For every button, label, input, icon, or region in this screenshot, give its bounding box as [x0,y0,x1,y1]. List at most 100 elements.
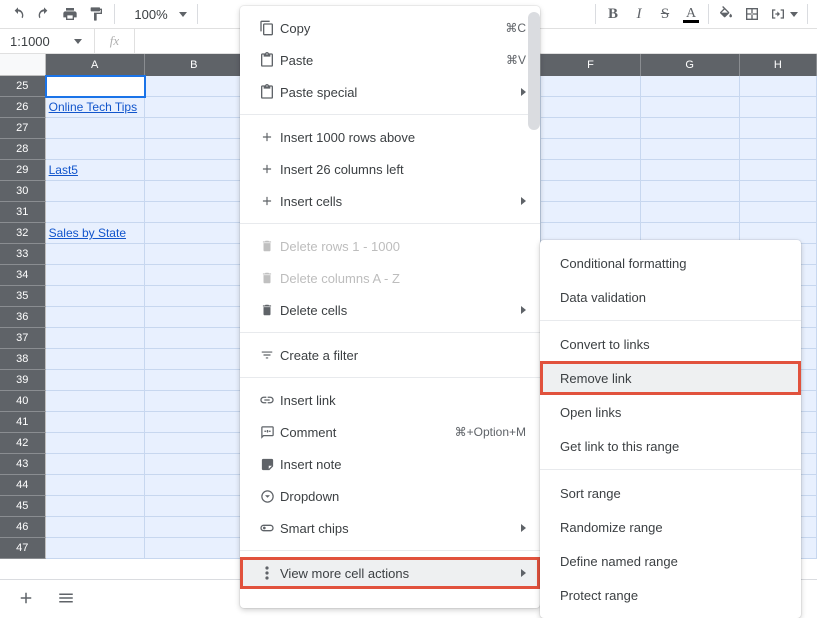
submenu-item-get-link[interactable]: Get link to this range [540,429,801,463]
row-header[interactable]: 25 [0,76,46,97]
row-header[interactable]: 27 [0,118,46,139]
grid-cell[interactable] [740,97,817,118]
grid-cell[interactable] [641,181,740,202]
grid-cell[interactable] [541,97,640,118]
row-header[interactable]: 31 [0,202,46,223]
submenu-item-protect-range[interactable]: Protect range [540,578,801,612]
grid-cell[interactable] [46,307,145,328]
grid-cell[interactable] [46,412,145,433]
grid-cell[interactable] [46,265,145,286]
row-header[interactable]: 33 [0,244,46,265]
fill-color-button[interactable] [714,2,738,26]
menu-item-create-filter[interactable]: Create a filter [240,339,540,371]
menu-item-copy[interactable]: Copy ⌘C [240,12,540,44]
grid-cell[interactable] [740,76,817,97]
grid-cell[interactable]: Sales by State [46,223,145,244]
grid-cell[interactable] [46,181,145,202]
menu-item-view-more-cell-actions[interactable]: View more cell actions [240,557,540,589]
grid-cell[interactable] [541,160,640,181]
grid-cell[interactable] [145,76,244,97]
grid-cell[interactable] [641,118,740,139]
grid-cell[interactable] [46,118,145,139]
submenu-item-open-links[interactable]: Open links [540,395,801,429]
grid-cell[interactable]: Online Tech Tips [46,97,145,118]
grid-cell[interactable] [46,286,145,307]
grid-cell[interactable] [145,223,244,244]
grid-cell[interactable] [641,160,740,181]
grid-cell[interactable] [641,139,740,160]
row-header[interactable]: 29 [0,160,46,181]
grid-cell[interactable] [145,538,244,559]
grid-cell[interactable] [46,76,145,97]
menu-item-smart-chips[interactable]: Smart chips [240,512,540,544]
select-all-corner[interactable] [0,54,46,76]
grid-cell[interactable] [740,139,817,160]
menu-item-insert-rows[interactable]: Insert 1000 rows above [240,121,540,153]
submenu-item-convert-to-links[interactable]: Convert to links [540,327,801,361]
row-header[interactable]: 44 [0,475,46,496]
submenu-item-sort-range[interactable]: Sort range [540,476,801,510]
grid-cell[interactable] [145,307,244,328]
add-sheet-button[interactable] [12,584,40,612]
row-header[interactable]: 46 [0,517,46,538]
column-header[interactable]: H [740,54,817,76]
menu-item-insert-note[interactable]: Insert note [240,448,540,480]
row-header[interactable]: 30 [0,181,46,202]
submenu-item-randomize-range[interactable]: Randomize range [540,510,801,544]
menu-item-insert-link[interactable]: Insert link [240,384,540,416]
row-header[interactable]: 42 [0,433,46,454]
grid-cell[interactable] [145,391,244,412]
grid-cell[interactable] [145,181,244,202]
grid-cell[interactable] [145,265,244,286]
grid-cell[interactable] [145,370,244,391]
grid-cell[interactable] [145,202,244,223]
grid-cell[interactable] [145,160,244,181]
column-header[interactable]: F [541,54,640,76]
grid-cell[interactable] [145,118,244,139]
menu-item-paste[interactable]: Paste ⌘V [240,44,540,76]
grid-cell[interactable] [641,76,740,97]
grid-cell[interactable] [145,433,244,454]
row-header[interactable]: 34 [0,265,46,286]
row-header[interactable]: 35 [0,286,46,307]
menu-item-insert-columns[interactable]: Insert 26 columns left [240,153,540,185]
menu-item-delete-cells[interactable]: Delete cells [240,294,540,326]
grid-cell[interactable] [46,349,145,370]
grid-cell[interactable] [145,286,244,307]
strikethrough-button[interactable]: S [653,2,677,26]
grid-cell[interactable] [46,517,145,538]
submenu-item-data-validation[interactable]: Data validation [540,280,801,314]
column-header[interactable]: A [46,54,145,76]
grid-cell[interactable] [541,139,640,160]
redo-button[interactable] [32,2,56,26]
grid-cell[interactable] [46,202,145,223]
submenu-item-define-named-range[interactable]: Define named range [540,544,801,578]
row-header[interactable]: 37 [0,328,46,349]
paint-format-button[interactable] [84,2,108,26]
row-header[interactable]: 40 [0,391,46,412]
zoom-select[interactable]: 100% [121,3,181,25]
grid-cell[interactable] [641,97,740,118]
print-button[interactable] [58,2,82,26]
row-header[interactable]: 43 [0,454,46,475]
grid-cell[interactable] [46,433,145,454]
row-header[interactable]: 39 [0,370,46,391]
row-header[interactable]: 26 [0,97,46,118]
column-header[interactable]: G [641,54,740,76]
bold-button[interactable]: B [601,2,625,26]
grid-cell[interactable] [541,76,640,97]
grid-cell[interactable] [541,118,640,139]
grid-cell[interactable] [46,370,145,391]
grid-cell[interactable] [145,496,244,517]
grid-cell[interactable] [46,328,145,349]
menu-item-comment[interactable]: Comment ⌘+Option+M [240,416,540,448]
grid-cell[interactable] [145,349,244,370]
merge-cells-button[interactable] [766,2,790,26]
grid-cell[interactable] [740,181,817,202]
grid-cell[interactable] [145,517,244,538]
row-header[interactable]: 38 [0,349,46,370]
name-box[interactable]: 1:1000 [0,29,95,53]
menu-item-insert-cells[interactable]: Insert cells [240,185,540,217]
grid-cell[interactable] [46,475,145,496]
submenu-item-remove-link[interactable]: Remove link [540,361,801,395]
